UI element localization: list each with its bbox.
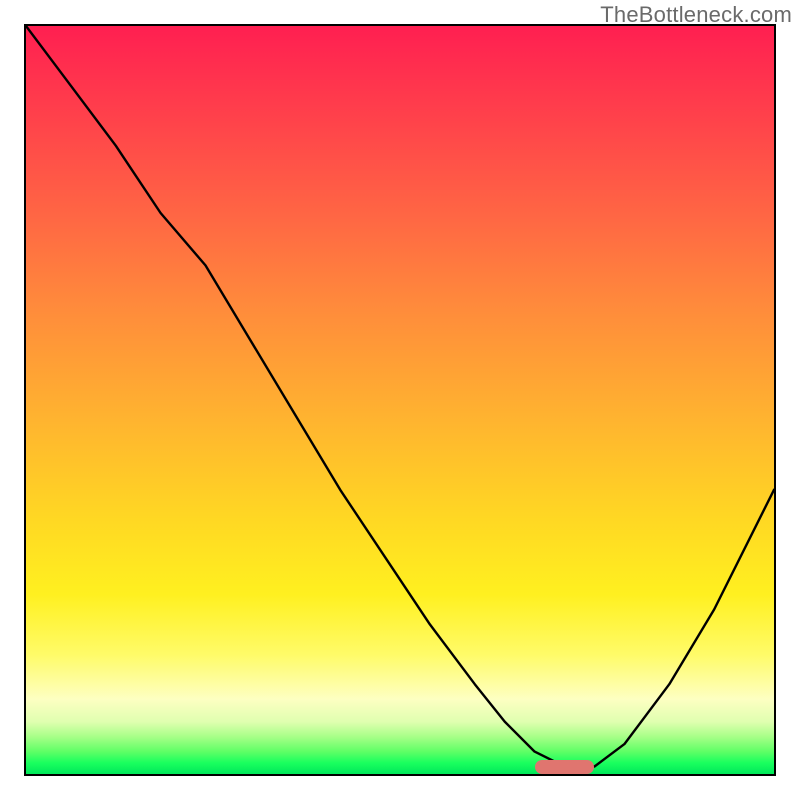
plot-frame [24,24,776,776]
watermark-text: TheBottleneck.com [600,2,792,28]
optimal-marker [535,760,595,774]
chart-stage: TheBottleneck.com [0,0,800,800]
bottleneck-curve [26,26,774,774]
curve-path [26,26,774,767]
